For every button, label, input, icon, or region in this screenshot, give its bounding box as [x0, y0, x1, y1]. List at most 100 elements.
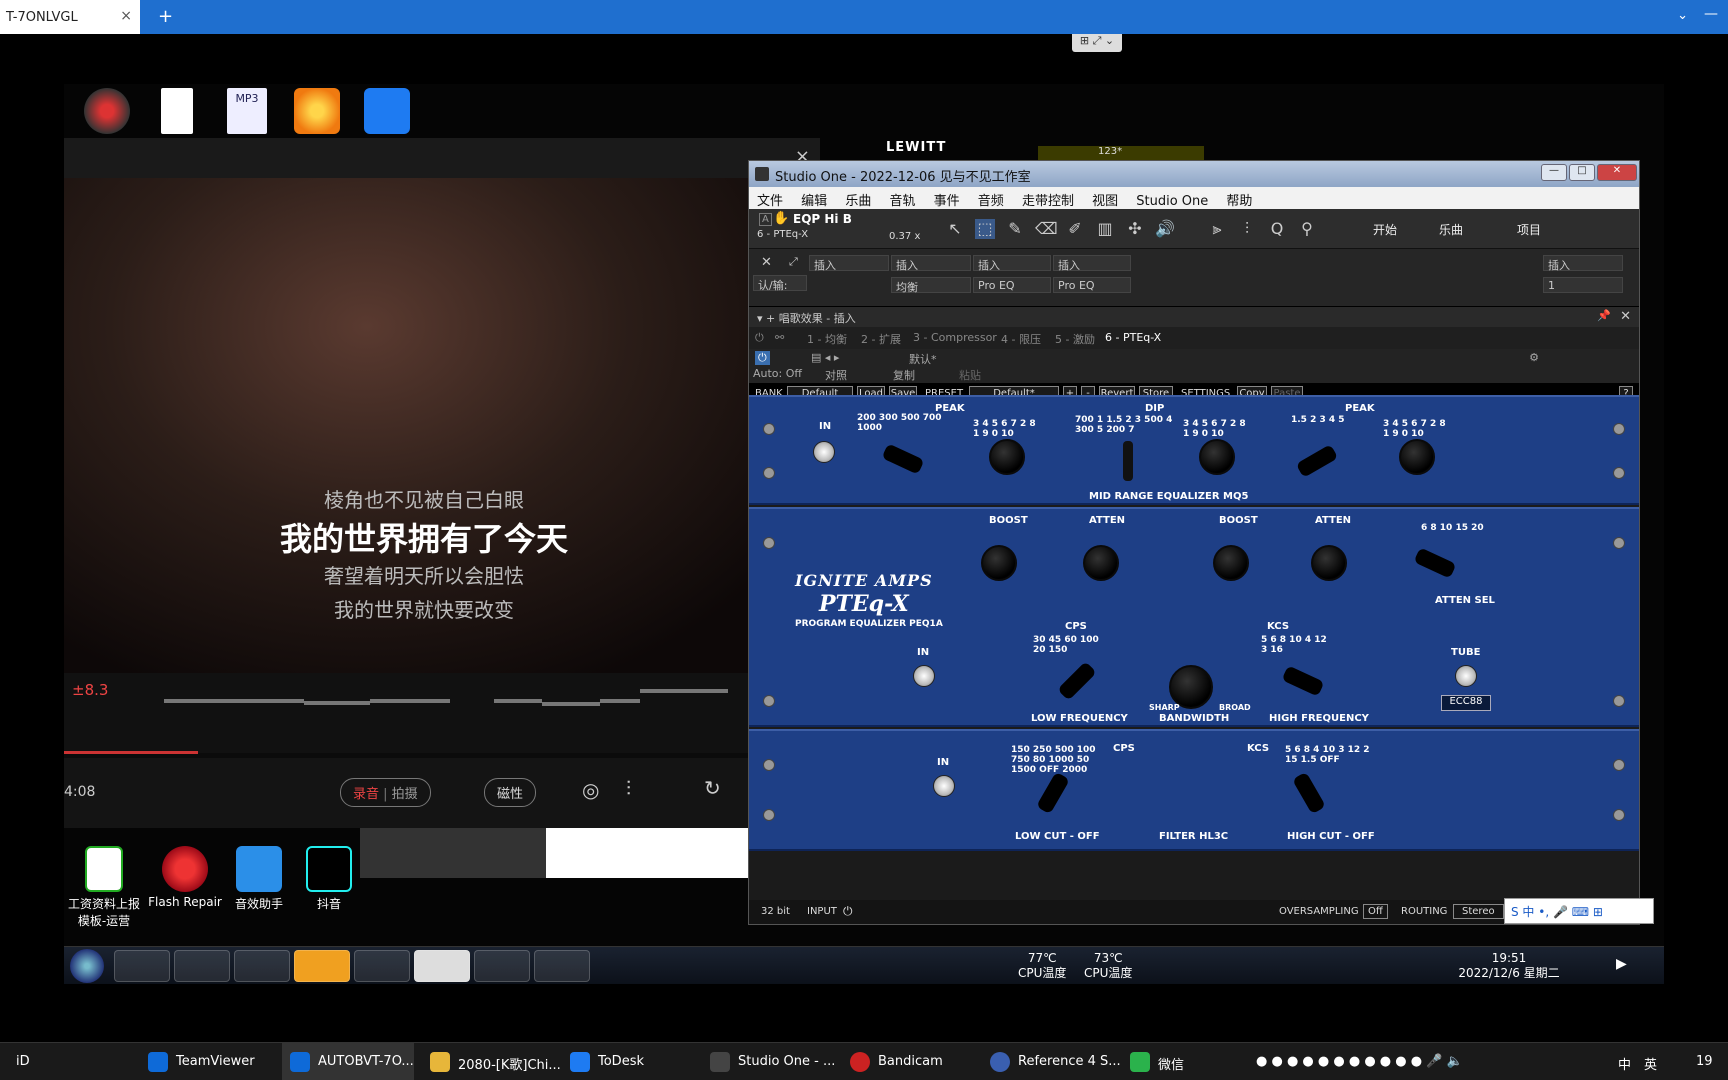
speaker-tool-icon[interactable]: 🔊: [1155, 219, 1175, 239]
mq5-dip-gain-knob[interactable]: [1199, 439, 1235, 475]
mq5-peak-gain-knob[interactable]: [989, 439, 1025, 475]
menu-view[interactable]: 视图: [1092, 194, 1118, 209]
input-knob-icon[interactable]: ⏻: [843, 904, 853, 919]
desktop-icon-feishu[interactable]: [352, 88, 422, 137]
insert-slot[interactable]: 插入: [891, 255, 971, 272]
menu-event[interactable]: 事件: [934, 194, 960, 209]
start-button[interactable]: iD: [0, 1043, 60, 1080]
taskbar-explorer[interactable]: [174, 950, 230, 982]
taskbar-item-todesk[interactable]: ToDesk: [562, 1043, 694, 1080]
a-icon[interactable]: A: [759, 213, 772, 226]
taskbar-lewitt[interactable]: [234, 950, 290, 982]
taskbar-item-wechat[interactable]: 微信: [1122, 1043, 1222, 1080]
hand-icon[interactable]: ✋: [773, 211, 789, 226]
fx-tab-3[interactable]: 3 - Compressor: [913, 331, 997, 344]
automation-mode[interactable]: Auto: Off: [753, 367, 802, 380]
insert-eq[interactable]: 均衡: [891, 277, 971, 294]
tray-language[interactable]: 中: [1618, 1054, 1631, 1073]
desktop-icon-sound-helper[interactable]: 音效助手: [224, 846, 294, 912]
window-close-button[interactable]: ✕: [1597, 164, 1637, 181]
menu-track[interactable]: 音轨: [889, 194, 915, 209]
menu-song[interactable]: 乐曲: [845, 194, 871, 209]
mq5-in-switch[interactable]: [813, 441, 835, 463]
power-button[interactable]: ⏻: [755, 351, 770, 365]
remote-clock[interactable]: 19:51 2022/12/6 星期二: [1454, 951, 1564, 981]
ime-toolbar[interactable]: S 中 •, 🎤 ⌨ ⊞: [1504, 898, 1654, 924]
menu-audio[interactable]: 音频: [978, 194, 1004, 209]
studio-one-titlebar[interactable]: Studio One - 2022-12-06 见与不见工作室 — □ ✕: [749, 161, 1639, 187]
tab-close-icon[interactable]: ×: [120, 8, 132, 24]
taskbar-item-studio-one[interactable]: Studio One - ...: [702, 1043, 835, 1080]
pin-icon[interactable]: 📌: [1597, 309, 1611, 322]
low-cut-selector[interactable]: [1036, 771, 1070, 815]
taskbar-hash[interactable]: [294, 950, 350, 982]
desktop-icon-video[interactable]: [282, 88, 352, 137]
collapse-icon[interactable]: ▾ +: [757, 312, 779, 325]
tray-icons[interactable]: ● ● ● ● ● ● ● ● ● ● ● 🎤 🔈: [1256, 1054, 1463, 1069]
low-atten-knob[interactable]: [1083, 545, 1119, 581]
project-page-button[interactable]: 项目: [1517, 221, 1541, 238]
taskbar-studio-one[interactable]: [414, 950, 470, 982]
menu-studio-one[interactable]: Studio One: [1136, 194, 1208, 209]
song-page-button[interactable]: 乐曲: [1439, 221, 1463, 238]
desktop-icon-file[interactable]: [142, 88, 212, 137]
tray-clock[interactable]: 19: [1696, 1054, 1713, 1069]
metronome-icon[interactable]: ⚲: [1297, 219, 1317, 239]
taskbar-karaoke[interactable]: [354, 950, 410, 982]
browser-tab[interactable]: T-7ONLVGL ×: [0, 0, 140, 34]
window-minimize-button[interactable]: —: [1541, 164, 1567, 181]
desktop-icon-flash-repair[interactable]: Flash Repair: [144, 846, 226, 909]
fx-tab-6-active[interactable]: 6 - PTEq-X: [1105, 331, 1161, 344]
close-icon[interactable]: ✕: [761, 255, 772, 270]
fx-tab-1[interactable]: 1 - 均衡: [807, 331, 847, 347]
insert-slot[interactable]: 插入: [809, 255, 889, 272]
power-icon[interactable]: ⏻: [755, 331, 764, 345]
record-mode-toggle[interactable]: 录音 | 拍摄: [340, 778, 431, 807]
hl3c-in-switch[interactable]: [933, 775, 955, 797]
taskbar-kugou[interactable]: [474, 950, 530, 982]
tube-switch[interactable]: [1455, 665, 1477, 687]
show-desktop-icon[interactable]: ▶: [1616, 956, 1627, 972]
arrow-tool-icon[interactable]: ↖: [945, 219, 965, 239]
menu-help[interactable]: 帮助: [1226, 194, 1252, 209]
quantize-icon[interactable]: ⫶: [1237, 219, 1257, 239]
insert-slot[interactable]: 插入: [1053, 255, 1131, 272]
record-label[interactable]: 录音: [353, 787, 379, 802]
low-boost-knob[interactable]: [981, 545, 1017, 581]
menu-edit[interactable]: 编辑: [801, 194, 827, 209]
copy-button[interactable]: 复制: [893, 367, 915, 383]
taskbar-item-bandicam[interactable]: Bandicam: [842, 1043, 974, 1080]
pencil-tool-icon[interactable]: ✎: [1005, 219, 1025, 239]
voice-effect-button[interactable]: 磁性: [484, 778, 537, 807]
beat-label[interactable]: 拍摄: [392, 787, 418, 802]
insert-pro-eq-1[interactable]: Pro EQ: [973, 277, 1051, 293]
zoom-readout[interactable]: 0.37 x: [889, 231, 920, 242]
snap-icon[interactable]: ⫸: [1207, 219, 1227, 239]
preset-select[interactable]: 默认*: [909, 351, 937, 367]
low-frequency-selector[interactable]: [1057, 661, 1097, 701]
gear-icon[interactable]: ⚙: [1529, 351, 1539, 364]
mq5-dip-freq-selector[interactable]: [1123, 441, 1133, 481]
speedometer-icon[interactable]: ◎: [582, 778, 599, 802]
oversampling-select[interactable]: Off: [1363, 904, 1388, 919]
paint-tool-icon[interactable]: ✐: [1065, 219, 1085, 239]
io-select[interactable]: 认/输:: [753, 275, 807, 292]
bend-tool-icon[interactable]: ✣: [1125, 219, 1145, 239]
tab-list-chevron-icon[interactable]: ⌄: [1677, 8, 1688, 23]
taskbar-music[interactable]: [534, 950, 590, 982]
mq5-peak2-gain-knob[interactable]: [1399, 439, 1435, 475]
lewitt-preset-field[interactable]: 123*: [1038, 146, 1204, 160]
insert-pro-eq-2[interactable]: Pro EQ: [1053, 277, 1131, 293]
menu-transport[interactable]: 走带控制: [1022, 194, 1074, 209]
routing-icon[interactable]: ⚯: [775, 331, 784, 344]
loop-icon[interactable]: ↻: [704, 776, 721, 800]
insert-slot[interactable]: 插入: [973, 255, 1051, 272]
compare-button[interactable]: 对照: [825, 367, 847, 383]
mq5-peak-freq-selector[interactable]: [881, 443, 925, 475]
mq5-peak2-freq-selector[interactable]: [1295, 444, 1339, 478]
tray-language-en[interactable]: 英: [1644, 1054, 1657, 1073]
desktop-icon-spreadsheet[interactable]: 工资资料上报模板-运营: [64, 846, 144, 929]
routing-select[interactable]: Stereo: [1453, 904, 1504, 919]
preset-arrows[interactable]: ▤ ◂ ▸: [811, 351, 839, 364]
mixer-sliders-icon[interactable]: ⫶: [626, 776, 631, 800]
